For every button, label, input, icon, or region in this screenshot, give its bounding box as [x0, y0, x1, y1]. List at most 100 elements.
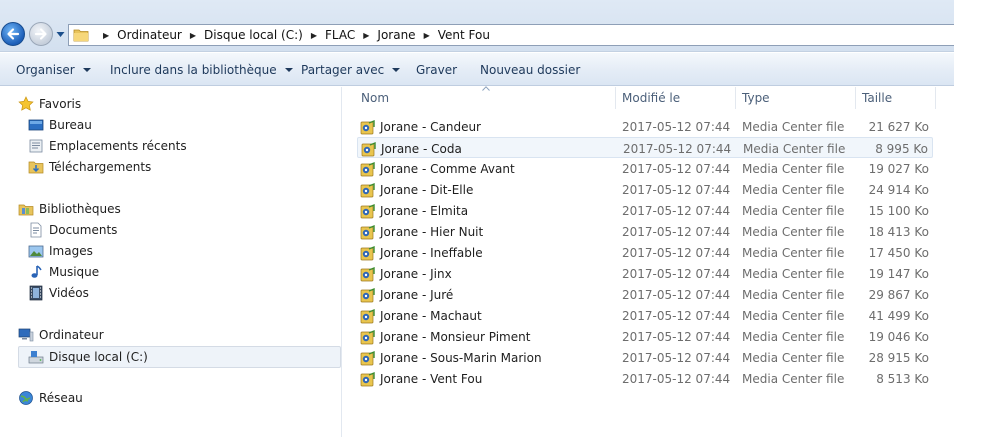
file-type: Media Center file [742, 329, 845, 344]
recent-pages-dropdown-icon[interactable] [56, 31, 65, 38]
media-center-file-icon [360, 182, 375, 197]
nav-group-libraries[interactable]: Bibliothèques [18, 199, 121, 219]
sidebar-item-local-disk[interactable]: Disque local (C:) [28, 347, 148, 367]
column-divider[interactable] [935, 87, 936, 109]
sidebar-item-desktop[interactable]: Bureau [28, 115, 92, 135]
column-divider[interactable] [735, 87, 736, 109]
breadcrumb: ▶ Ordinateur ▶ Disque local (C:) ▶ FLAC … [95, 25, 490, 45]
sidebar-item-label: Téléchargements [49, 160, 152, 174]
file-type: Media Center file [742, 266, 845, 281]
chevron-right-icon[interactable]: ▶ [424, 31, 430, 40]
sidebar-item-label: Images [49, 244, 93, 258]
file-row[interactable]: Jorane - Elmita 2017-05-12 07:44 Media Cen… [357, 200, 933, 221]
chevron-right-icon[interactable]: ▶ [190, 31, 196, 40]
film-icon [29, 285, 43, 301]
file-size: 21 627 Ko [868, 119, 929, 134]
file-size: 24 914 Ko [868, 182, 929, 197]
nav-group-computer[interactable]: Ordinateur [18, 325, 104, 345]
sidebar-item-documents[interactable]: Documents [28, 220, 117, 240]
file-name: Jorane - Candeur [380, 119, 481, 134]
file-type: Media Center file [742, 161, 845, 176]
include-library-label: Inclure dans la bibliothèque [110, 62, 277, 77]
nav-group-network[interactable]: Réseau [18, 388, 83, 408]
file-size: 8 513 Ko [876, 371, 929, 386]
chevron-right-icon[interactable]: ▶ [103, 31, 109, 40]
media-center-file-icon [360, 245, 375, 260]
column-header-size[interactable]: Taille [862, 87, 892, 109]
column-divider[interactable] [615, 87, 616, 109]
file-row[interactable]: Jorane - Candeur 2017-05-12 07:44 Media Ce… [357, 116, 933, 137]
file-row[interactable]: Jorane - Comme Avant 2017-05-12 07:44 Medi… [357, 158, 933, 179]
chevron-down-icon [392, 67, 401, 72]
file-row[interactable]: Jorane - Machaut 2017-05-12 07:44 Media Ce… [357, 305, 933, 326]
file-row[interactable]: Jorane - Hier Nuit 2017-05-12 07:44 Media … [357, 221, 933, 242]
navigation-pane: Favoris Bureau Emplacements récents Télé… [0, 87, 342, 437]
file-size: 8 995 Ko [875, 141, 928, 156]
sidebar-item-label: Bureau [49, 118, 92, 132]
breadcrumb-item[interactable]: Ordinateur [117, 28, 182, 42]
file-date: 2017-05-12 07:44 [622, 266, 731, 281]
burn-label: Graver [416, 62, 458, 77]
media-center-file-icon [360, 203, 375, 218]
breadcrumb-item[interactable]: FLAC [325, 28, 355, 42]
new-folder-label: Nouveau dossier [480, 62, 581, 77]
file-type: Media Center file [742, 119, 845, 134]
nav-group-label: Favoris [39, 97, 82, 111]
file-size: 15 100 Ko [868, 203, 929, 218]
breadcrumb-item[interactable]: Disque local (C:) [204, 28, 303, 42]
media-center-file-icon [361, 141, 376, 156]
back-button[interactable] [1, 22, 25, 46]
background-strip [954, 0, 998, 437]
column-header-name[interactable]: Nom [361, 87, 389, 109]
sidebar-item-recent-places[interactable]: Emplacements récents [28, 136, 187, 156]
column-header-modified[interactable]: Modifié le [622, 87, 680, 109]
file-list-pane: Nom Modifié le Type Taille Jorane - Cand… [343, 86, 954, 437]
column-divider[interactable] [855, 87, 856, 109]
include-library-menu-button[interactable]: Inclure dans la bibliothèque [110, 53, 293, 86]
sidebar-item-videos[interactable]: Vidéos [28, 283, 89, 303]
file-name-cell: Jorane - Candeur [360, 116, 481, 137]
file-type: Media Center file [743, 141, 846, 156]
file-size: 18 413 Ko [868, 224, 929, 239]
file-name-cell: Jorane - Coda [361, 138, 462, 159]
chevron-right-icon[interactable]: ▶ [311, 31, 317, 40]
breadcrumb-item[interactable]: Jorane [377, 28, 415, 42]
file-size: 19 027 Ko [868, 161, 929, 176]
folder-icon [73, 29, 89, 42]
sidebar-item-images[interactable]: Images [28, 241, 93, 261]
file-row[interactable]: Jorane - Coda 2017-05-12 07:44 Media Cente… [357, 137, 933, 158]
organize-menu-button[interactable]: Organiser [16, 53, 91, 86]
file-row[interactable]: Jorane - Dit-Elle 2017-05-12 07:44 Media C… [357, 179, 933, 200]
organize-label: Organiser [16, 62, 75, 77]
file-row[interactable]: Jorane - Jinx 2017-05-12 07:44 Media Cente… [357, 263, 933, 284]
command-bar: Organiser Inclure dans la bibliothèque P… [0, 53, 954, 86]
computer-icon [18, 328, 34, 342]
new-folder-button[interactable]: Nouveau dossier [480, 53, 580, 86]
file-row[interactable]: Jorane - Juré 2017-05-12 07:44 Media Cente… [357, 284, 933, 305]
file-size: 19 147 Ko [868, 266, 929, 281]
file-name: Jorane - Machaut [380, 308, 482, 323]
breadcrumb-item[interactable]: Vent Fou [438, 28, 490, 42]
breadcrumb-bar[interactable]: ▶ Ordinateur ▶ Disque local (C:) ▶ FLAC … [68, 24, 954, 46]
sidebar-item-downloads[interactable]: Téléchargements [28, 157, 151, 177]
media-center-file-icon [360, 119, 375, 134]
media-center-file-icon [360, 287, 375, 302]
file-row[interactable]: Jorane - Ineffable 2017-05-12 07:44 Media … [357, 242, 933, 263]
chevron-right-icon[interactable]: ▶ [363, 31, 369, 40]
file-name: Jorane - Monsieur Piment [380, 329, 531, 344]
sidebar-item-music[interactable]: Musique [28, 262, 99, 282]
column-header-type[interactable]: Type [742, 87, 770, 109]
file-row[interactable]: Jorane - Vent Fou 2017-05-12 07:44 Media C… [357, 368, 933, 389]
nav-group-favorites[interactable]: Favoris [18, 94, 81, 114]
nav-group-label: Réseau [39, 391, 83, 405]
forward-button[interactable] [29, 22, 53, 46]
file-row[interactable]: Jorane - Monsieur Piment 2017-05-12 07:44… [357, 326, 933, 347]
file-name: Jorane - Jinx [380, 266, 452, 281]
file-name-cell: Jorane - Hier Nuit [360, 221, 483, 242]
document-icon [30, 222, 42, 238]
file-row[interactable]: Jorane - Sous-Marin Marion 2017-05-12 07:… [357, 347, 933, 368]
share-with-menu-button[interactable]: Partager avec [301, 53, 401, 86]
file-name-cell: Jorane - Jinx [360, 263, 452, 284]
burn-button[interactable]: Graver [416, 53, 457, 86]
star-icon [18, 96, 34, 111]
